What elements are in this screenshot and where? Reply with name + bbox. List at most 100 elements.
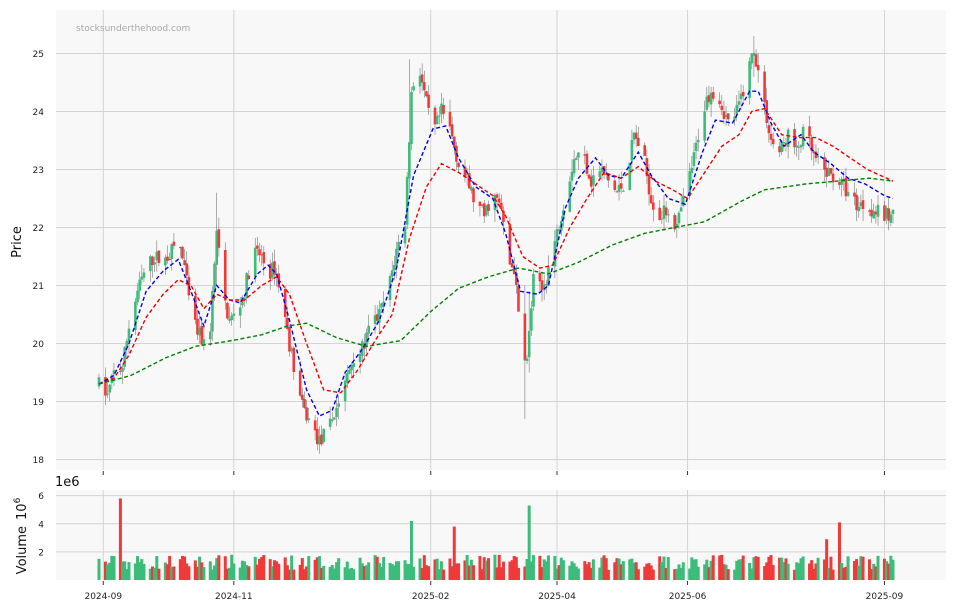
candle-up xyxy=(530,308,533,331)
candle-up xyxy=(574,158,578,161)
volume-bar xyxy=(127,562,131,580)
stock-chart: 18 19 20 21 22 23 24 25 246 2024-09 2024-11 2025-… xyxy=(0,0,955,611)
candle-down xyxy=(763,71,766,102)
candle-down xyxy=(258,249,261,256)
candle-up xyxy=(630,140,634,161)
volume-bar xyxy=(756,556,760,580)
volume-bar xyxy=(876,555,880,580)
candle-up xyxy=(153,262,156,265)
x-tick-label: 2024-09 xyxy=(84,592,122,602)
volume-bar xyxy=(606,569,610,580)
candle-up xyxy=(170,243,174,260)
volume-bar xyxy=(621,561,625,580)
candle-up xyxy=(337,403,340,407)
candle-up xyxy=(333,417,336,420)
candle-up xyxy=(202,339,206,345)
volume-bar xyxy=(337,558,341,580)
candle-up xyxy=(127,328,131,342)
candle-down xyxy=(223,250,227,301)
candle-down xyxy=(538,272,542,282)
candle-up xyxy=(694,142,698,151)
candle-up xyxy=(412,86,415,91)
volume-bar xyxy=(292,569,296,580)
candle-down xyxy=(664,207,668,216)
candle-up xyxy=(330,419,334,421)
candle-up xyxy=(352,363,355,367)
candle-up xyxy=(816,155,820,157)
x-tick-label: 2025-06 xyxy=(669,592,707,602)
volume-bar xyxy=(157,568,161,580)
candle-up xyxy=(532,273,535,307)
volume-bar xyxy=(651,569,655,580)
candle-up xyxy=(598,171,602,177)
candle-down xyxy=(523,313,527,361)
candle-down xyxy=(637,137,640,146)
volume-bar xyxy=(412,566,416,580)
candle-up xyxy=(410,91,413,145)
candle-up xyxy=(136,290,139,303)
volume-bar xyxy=(397,561,401,580)
candle-down xyxy=(423,82,426,91)
candle-down xyxy=(487,204,490,211)
candle-down xyxy=(741,91,745,97)
candle-down xyxy=(495,194,499,198)
candle-down xyxy=(767,125,771,134)
volume-bar xyxy=(591,559,595,580)
x-tick-label: 2025-02 xyxy=(412,592,450,602)
candle-up xyxy=(208,331,212,340)
candle-down xyxy=(303,398,306,408)
price-y-tick-labels: 18 19 20 21 22 23 24 25 xyxy=(33,50,45,466)
candle-down xyxy=(643,145,647,156)
candle-up xyxy=(230,315,233,320)
volume-axis-label: Volume 106 xyxy=(13,497,30,574)
candle-up xyxy=(577,152,580,158)
volume-scale-label: 1e6 xyxy=(55,475,80,490)
candle-down xyxy=(510,263,514,268)
volume-bar xyxy=(187,566,191,580)
price-tick-label: 21 xyxy=(33,282,44,292)
candle-down xyxy=(262,252,266,264)
candle-up xyxy=(786,129,790,147)
candle-up xyxy=(737,101,741,105)
candle-up xyxy=(367,325,370,334)
volume-bar xyxy=(277,563,281,580)
candle-up xyxy=(213,263,216,292)
candle-down xyxy=(166,256,169,261)
candle-down xyxy=(726,113,730,120)
candle-down xyxy=(442,104,445,114)
volume-bar xyxy=(771,565,775,580)
volume-bar xyxy=(561,560,565,580)
volume-bar xyxy=(427,566,431,580)
candle-down xyxy=(649,195,653,204)
volume-tick-label: 4 xyxy=(38,520,44,530)
candle-up xyxy=(322,428,326,443)
candle-down xyxy=(452,136,456,148)
candle-up xyxy=(435,115,439,125)
volume-bar xyxy=(172,566,176,580)
candle-down xyxy=(652,202,655,210)
candle-up xyxy=(677,212,681,224)
candle-down xyxy=(226,302,229,319)
volume-tick-label: 2 xyxy=(38,548,44,558)
candle-down xyxy=(427,94,430,108)
candle-down xyxy=(756,64,760,71)
volume-bar xyxy=(891,559,895,580)
price-tick-label: 18 xyxy=(33,456,45,466)
candle-up xyxy=(692,152,696,166)
candle-up xyxy=(343,380,347,402)
candle-down xyxy=(829,168,833,174)
candle-up xyxy=(138,279,141,291)
candle-down xyxy=(217,229,221,248)
candle-down xyxy=(720,105,724,111)
volume-bar xyxy=(142,563,146,580)
volume-bar xyxy=(352,569,356,580)
volume-bar xyxy=(367,562,371,580)
candle-up xyxy=(555,229,559,244)
volume-bar xyxy=(846,556,850,580)
candle-up xyxy=(307,418,311,420)
volume-bar xyxy=(681,562,685,580)
candle-up xyxy=(801,126,805,147)
candle-down xyxy=(658,207,662,221)
volume-bar xyxy=(382,556,386,580)
volume-bar xyxy=(202,567,206,580)
